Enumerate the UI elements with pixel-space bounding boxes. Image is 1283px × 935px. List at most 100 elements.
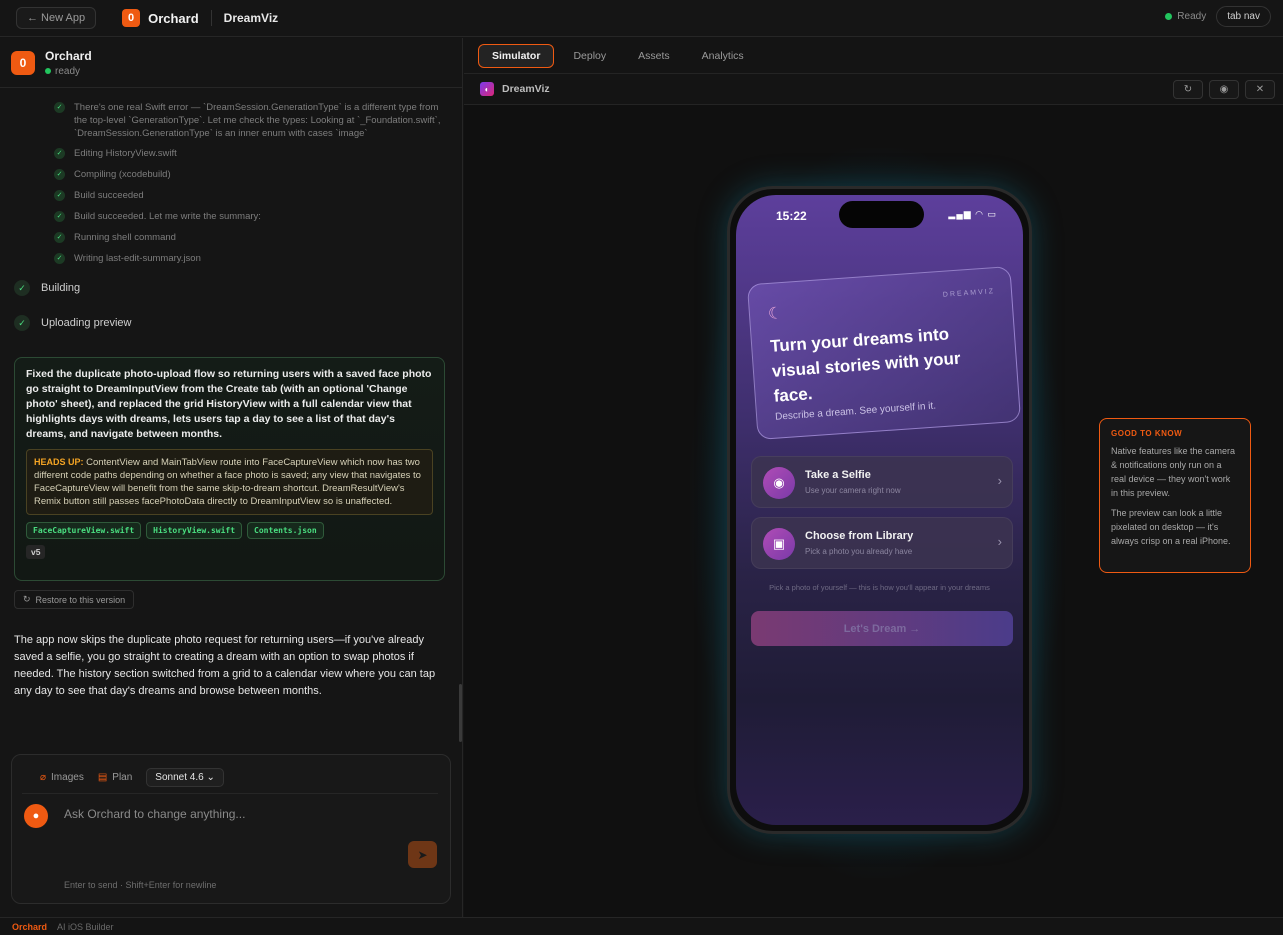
plan-button[interactable]: ▤ Plan (98, 772, 132, 783)
model-select[interactable]: Sonnet 4.6 ⌄ (146, 768, 224, 787)
phone-frame: 15:22 ▂▄▆ ◠ ▭ ☾ DREAMVIZ Turn your dream… (727, 186, 1032, 834)
step-text: Compiling (xcodebuild) (74, 169, 171, 180)
camera-icon: ◉ (763, 467, 795, 499)
photo-hint: Pick a photo of yourself — this is how y… (769, 583, 990, 592)
status-icons: ▂▄▆ ◠ ▭ (948, 209, 997, 219)
file-chip[interactable]: HistoryView.swift (146, 522, 243, 539)
step-item: ✓ Running shell command (54, 231, 444, 244)
tab-assets[interactable]: Assets (625, 45, 683, 67)
share-x-button[interactable]: ✕ (1245, 80, 1275, 99)
dynamic-island (839, 201, 924, 228)
step-text: There's one real Swift error — `DreamSes… (74, 102, 441, 139)
chevron-down-icon: ⌄ (206, 772, 215, 783)
option-subtitle: Pick a photo you already have (805, 547, 913, 556)
choose-library-option[interactable]: ▣ Choose from Library Pick a photo you a… (751, 517, 1013, 569)
footer-brand: Orchard (12, 921, 48, 932)
project-name: DreamViz (223, 11, 279, 25)
send-icon: ➤ (417, 847, 428, 862)
option-title: Choose from Library (805, 530, 914, 542)
tab-simulator[interactable]: Simulator (478, 43, 555, 68)
tab-analytics[interactable]: Analytics (689, 45, 757, 67)
step-text: Running shell command (74, 232, 176, 243)
chat-scrollbar[interactable] (459, 684, 462, 742)
screenshot-button[interactable]: ◉ (1209, 80, 1239, 99)
step-text: Writing last-edit-summary.json (74, 253, 201, 264)
step-item: ✓ Build succeeded. Let me write the summa… (54, 210, 444, 223)
restore-label: Restore to this version (35, 594, 126, 605)
file-chip[interactable]: Contents.json (247, 522, 324, 539)
chevron-right-icon: › (997, 473, 1002, 488)
refresh-button[interactable]: ↻ (1173, 80, 1203, 99)
chat-header: 0 Orchard ready (0, 38, 462, 88)
chat-panel: 0 Orchard ready ✓ There's one real Swift … (0, 38, 463, 917)
version-badge: v5 (26, 545, 46, 559)
new-app-button[interactable]: ← New App (16, 7, 97, 29)
send-button[interactable]: ➤ (408, 841, 437, 868)
heads-up-text: ContentView and MainTabView route into F… (34, 457, 421, 507)
step-item: ✓ Build succeeded (54, 189, 444, 202)
final-message: The app now skips the duplicate photo re… (14, 634, 436, 697)
step-text: Build succeeded (74, 190, 144, 201)
orchard-logo: 0 (11, 50, 35, 75)
take-selfie-option[interactable]: ◉ Take a Selfie Use your camera right no… (751, 456, 1013, 508)
app-icon: ◐ (480, 82, 494, 96)
step-item: ✓ Compiling (xcodebuild) (54, 168, 444, 181)
option-subtitle: Use your camera right now (805, 486, 901, 495)
good-to-know-panel: GOOD TO KNOW Native features like the ca… (1099, 418, 1251, 573)
tab-nav-button[interactable]: tab nav (1216, 6, 1271, 27)
step-item: ✓ There's one real Swift error — `DreamSe… (54, 101, 444, 140)
restore-version-button[interactable]: ↻ Restore to this version (14, 590, 135, 609)
app-name: Orchard (148, 10, 199, 26)
step-text: Build succeeded. Let me write the summar… (74, 211, 261, 222)
preview-app-name: DreamViz (502, 83, 550, 95)
good-to-know-text: The preview can look a little pixelated … (1111, 508, 1231, 546)
step-text: Editing HistoryView.swift (74, 148, 177, 159)
step-item: ✓ Writing last-edit-summary.json (54, 252, 444, 265)
phase-label: Building (41, 281, 81, 294)
divider (210, 10, 212, 26)
phase-building: ✓ Building (14, 279, 80, 296)
chevron-right-icon: › (997, 534, 1002, 549)
orchard-logo: 0 (122, 9, 141, 27)
refresh-icon: ↻ (1183, 84, 1193, 95)
file-chip[interactable]: FaceCaptureView.swift (26, 522, 142, 539)
footer-subtitle: AI iOS Builder (57, 921, 114, 932)
camera-icon: ◉ (1219, 84, 1229, 95)
check-icon: ✓ (54, 211, 65, 222)
check-icon: ✓ (54, 169, 65, 180)
moon-star-icon: ☾ (767, 305, 783, 323)
check-icon: ✓ (54, 253, 65, 264)
composer: ⌀ Images ▤ Plan Sonnet 4.6 ⌄ ● Ask Orchard… (11, 754, 451, 904)
message-input[interactable]: Ask Orchard to change anything... (64, 807, 245, 821)
restore-icon: ↻ (23, 594, 31, 604)
check-icon: ✓ (54, 190, 65, 201)
option-title: Take a Selfie (805, 469, 871, 481)
check-icon: ✓ (54, 102, 65, 113)
phase-uploading: ✓ Uploading preview (14, 314, 132, 331)
check-icon: ✓ (14, 315, 30, 331)
chat-status: ready (45, 66, 92, 77)
x-icon: ✕ (1255, 84, 1265, 95)
preview-tabs: Simulator Deploy Assets Analytics (464, 38, 1283, 74)
status-dot-icon (45, 68, 51, 74)
summary-text: Fixed the duplicate photo-upload flow so… (26, 368, 432, 440)
composer-hint: Enter to send · Shift+Enter for newline (64, 880, 217, 890)
top-bar: ← New App 0 Orchard DreamViz Ready tab n… (0, 0, 1283, 37)
lets-dream-button[interactable]: Let's Dream → (751, 611, 1013, 646)
bottom-bar: Orchard AI iOS Builder (0, 917, 1283, 935)
clipboard-icon: ▤ (97, 772, 108, 783)
heads-up-label: HEADS UP: (34, 457, 84, 467)
status-time: 15:22 (776, 209, 807, 223)
images-button[interactable]: ⌀ Images (40, 772, 84, 783)
summary-card: Fixed the duplicate photo-upload flow so… (14, 357, 445, 581)
images-label: Images (51, 772, 84, 783)
hero-card: ☾ DREAMVIZ Turn your dreams into visual … (746, 265, 1022, 441)
good-to-know-text: Native features like the camera & notifi… (1111, 446, 1236, 498)
tab-deploy[interactable]: Deploy (560, 45, 619, 67)
check-icon: ✓ (14, 280, 30, 296)
phone-screen: 15:22 ▂▄▆ ◠ ▭ ☾ DREAMVIZ Turn your dream… (736, 195, 1023, 825)
ready-status: Ready (1165, 11, 1206, 22)
preview-panel: Simulator Deploy Assets Analytics ◐ Drea… (464, 38, 1283, 917)
good-to-know-title: GOOD TO KNOW (1111, 429, 1183, 438)
divider (22, 793, 438, 794)
